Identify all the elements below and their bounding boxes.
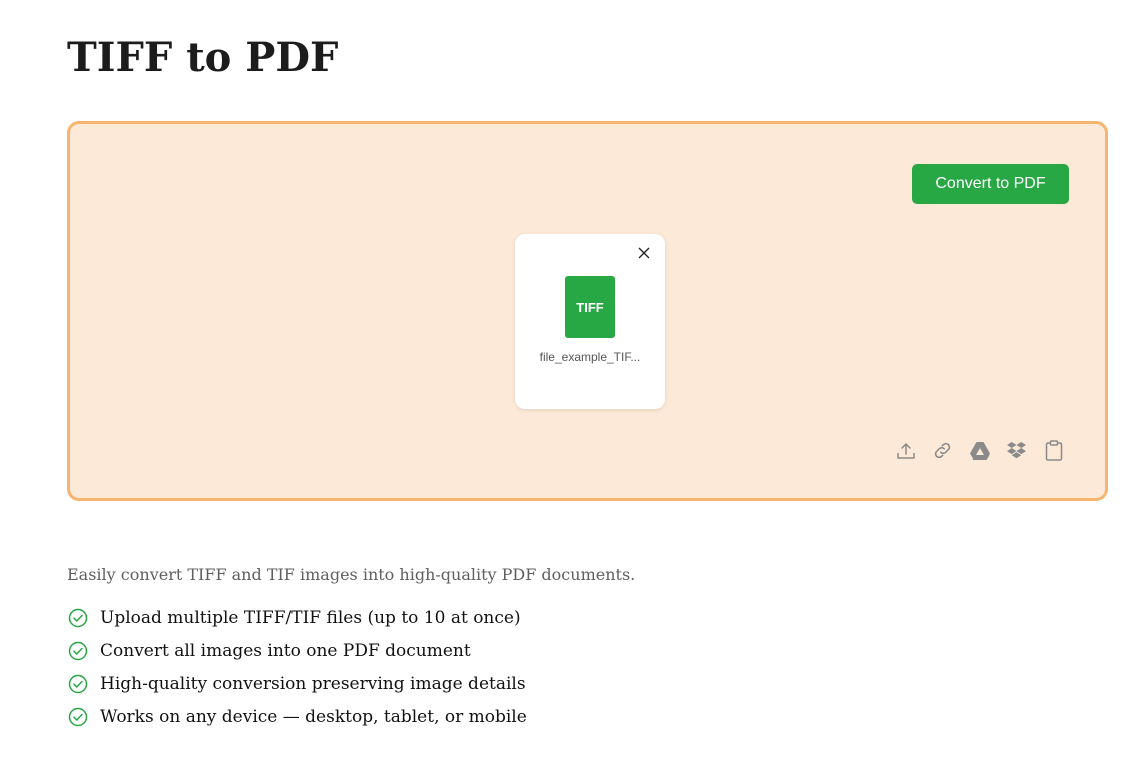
convert-to-pdf-button[interactable]: Convert to PDF <box>912 164 1069 204</box>
check-circle-icon <box>67 640 88 661</box>
feature-text: Upload multiple TIFF/TIF files (up to 10… <box>100 607 521 628</box>
feature-item: Works on any device — desktop, tablet, o… <box>67 700 527 733</box>
intro-text: Easily convert TIFF and TIF images into … <box>67 565 636 584</box>
google-drive-button[interactable] <box>968 439 991 462</box>
feature-list: Upload multiple TIFF/TIF files (up to 10… <box>67 601 527 733</box>
dropbox-button[interactable] <box>1005 439 1028 462</box>
dropbox-icon <box>1007 441 1026 459</box>
feature-text: High-quality conversion preserving image… <box>100 673 526 694</box>
page-title: TIFF to PDF <box>67 34 339 81</box>
google-drive-icon <box>969 441 990 460</box>
paste-from-clipboard-button[interactable] <box>1042 439 1065 462</box>
check-circle-icon <box>67 673 88 694</box>
tiff-file-icon: TIFF <box>565 276 615 338</box>
upload-from-device-button[interactable] <box>894 439 917 462</box>
feature-item: Upload multiple TIFF/TIF files (up to 10… <box>67 601 527 634</box>
remove-file-button[interactable] <box>635 244 653 262</box>
feature-text: Convert all images into one PDF document <box>100 640 471 661</box>
link-icon <box>934 442 951 459</box>
clipboard-icon <box>1045 440 1062 461</box>
feature-item: High-quality conversion preserving image… <box>67 667 527 700</box>
check-circle-icon <box>67 607 88 628</box>
upload-from-url-button[interactable] <box>931 439 954 462</box>
upload-icon <box>896 442 915 459</box>
file-name: file_example_TIF... <box>539 350 641 364</box>
feature-item: Convert all images into one PDF document <box>67 634 527 667</box>
file-type-label: TIFF <box>576 299 604 315</box>
check-circle-icon <box>67 706 88 727</box>
close-icon <box>638 247 650 259</box>
file-card: TIFF file_example_TIF... <box>515 234 665 409</box>
feature-text: Works on any device — desktop, tablet, o… <box>100 706 527 727</box>
upload-source-toolbar <box>894 439 1065 462</box>
file-dropzone[interactable]: Convert to PDF TIFF file_example_TIF... <box>67 121 1108 501</box>
